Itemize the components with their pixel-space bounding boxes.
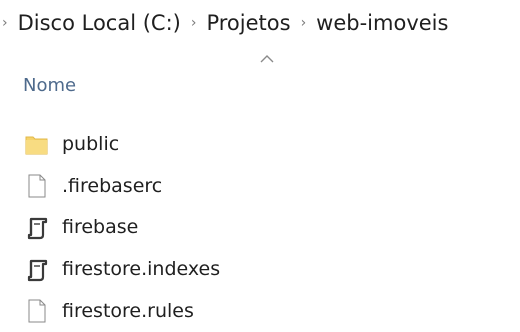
chevron-right-icon[interactable]: › xyxy=(301,16,307,30)
file-name: firestore.indexes xyxy=(62,258,221,281)
chevron-right-icon[interactable]: › xyxy=(2,16,8,30)
file-name: public xyxy=(62,133,120,156)
breadcrumb-item-projetos[interactable]: Projetos xyxy=(206,12,290,34)
file-list: public .firebaserc firebase firestore.in… xyxy=(24,124,220,332)
file-name: firestore.rules xyxy=(62,299,194,322)
file-item-firebaserc[interactable]: .firebaserc xyxy=(24,166,220,208)
column-header-name[interactable]: Nome xyxy=(23,75,76,96)
file-item-firebase[interactable]: firebase xyxy=(24,207,220,249)
chevron-right-icon[interactable]: › xyxy=(191,16,197,30)
breadcrumb-item-disco-local[interactable]: Disco Local (C:) xyxy=(18,12,181,34)
file-item-firestore-indexes[interactable]: firestore.indexes xyxy=(24,249,220,291)
document-icon xyxy=(24,298,50,324)
sort-ascending-icon xyxy=(260,55,274,63)
breadcrumb: › Disco Local (C:) › Projetos › web-imov… xyxy=(0,0,520,46)
breadcrumb-item-web-imoveis[interactable]: web-imoveis xyxy=(316,12,448,34)
folder-icon xyxy=(24,132,50,158)
script-file-icon xyxy=(24,257,50,283)
file-item-public[interactable]: public xyxy=(24,124,220,166)
file-name: firebase xyxy=(62,216,139,239)
file-name: .firebaserc xyxy=(62,174,163,197)
file-item-firestore-rules[interactable]: firestore.rules xyxy=(24,290,220,332)
script-file-icon xyxy=(24,215,50,241)
document-icon xyxy=(24,173,50,199)
